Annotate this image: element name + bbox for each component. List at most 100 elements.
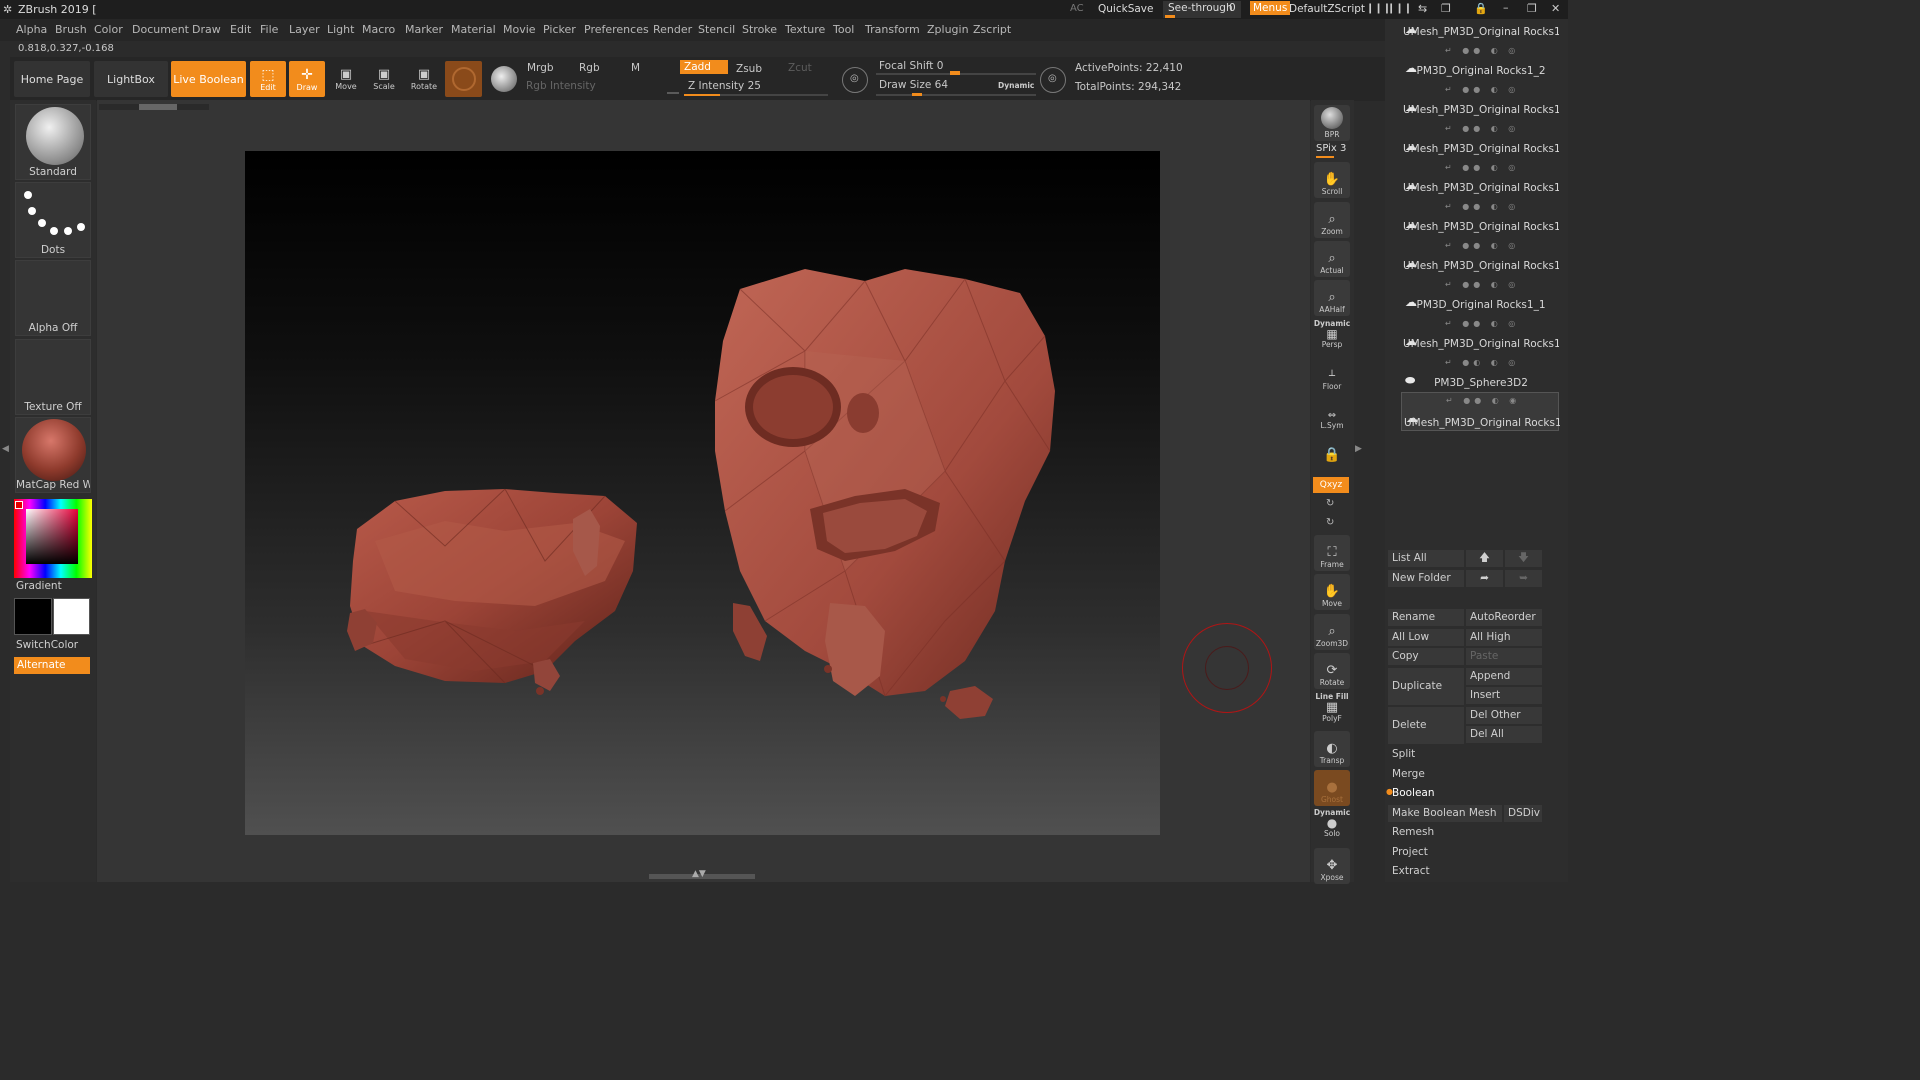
menu-picker[interactable]: Picker	[543, 23, 576, 36]
transp-button[interactable]: ◐ Transp	[1314, 731, 1350, 767]
color-picker[interactable]	[14, 499, 92, 578]
lock-icon[interactable]: 🔒	[1474, 2, 1488, 15]
rotate-y-icon[interactable]: ↻	[1326, 498, 1334, 509]
live-boolean-button[interactable]: Live Boolean	[171, 61, 246, 97]
zsub-button[interactable]: Zsub	[736, 63, 762, 75]
list-all-button[interactable]: List All	[1388, 550, 1464, 567]
split-section[interactable]: Split	[1392, 748, 1415, 760]
close-icon[interactable]: ✕	[1551, 2, 1560, 15]
menu-layer[interactable]: Layer	[289, 23, 320, 36]
secondary-color-white[interactable]	[53, 598, 90, 635]
draw-button[interactable]: ✛ Draw	[289, 61, 325, 97]
home-page-button[interactable]: Home Page	[14, 61, 90, 97]
append-button[interactable]: Append	[1466, 668, 1542, 685]
menu-preferences[interactable]: Preferences	[584, 23, 649, 36]
right-collapse-arrow-icon[interactable]: ▶	[1355, 444, 1362, 460]
make-boolean-mesh-button[interactable]: Make Boolean Mesh	[1388, 805, 1502, 822]
left-collapse-arrow-icon[interactable]: ◀	[2, 444, 9, 460]
xyz-button[interactable]: Qxyz	[1313, 477, 1349, 493]
material-swatch-button[interactable]	[445, 61, 482, 97]
subtool-item-8[interactable]: ↵ ●● ◐ ◎ ☁ PM3D_Original Rocks1_1	[1401, 277, 1559, 316]
lock-transform-icon[interactable]: 🔒	[1314, 441, 1350, 469]
focal-shift-label[interactable]: Focal Shift 0	[879, 60, 943, 72]
paste-button[interactable]: Paste	[1466, 648, 1542, 665]
polyf-button[interactable]: Line Fill ▦ PolyF	[1314, 692, 1350, 726]
floor-button[interactable]: ┴ Floor	[1314, 363, 1350, 391]
edit-button[interactable]: ⬚ Edit	[250, 61, 286, 97]
solo-button[interactable]: Dynamic ● Solo	[1314, 808, 1350, 842]
dsdiv-button[interactable]: DSDiv	[1504, 805, 1542, 822]
folder-back-icon[interactable]: ➥	[1505, 570, 1542, 587]
copy-button[interactable]: Copy	[1388, 648, 1464, 665]
swap-icon[interactable]: ⇆	[1418, 2, 1427, 15]
brush-thumbnail[interactable]: Standard	[15, 104, 91, 180]
mrgb-button[interactable]: Mrgb	[527, 62, 554, 74]
actual-button[interactable]: ⌕ Actual	[1314, 241, 1350, 277]
remesh-section[interactable]: Remesh	[1392, 826, 1434, 838]
dynamic-draw-size-toggle[interactable]: Dynamic	[998, 81, 1034, 90]
draw-size-label[interactable]: Draw Size 64	[879, 79, 948, 91]
focal-shift-icon[interactable]: ◎	[842, 67, 868, 93]
menu-edit[interactable]: Edit	[230, 23, 251, 36]
xpose-button[interactable]: ✥ Xpose	[1314, 848, 1350, 884]
del-other-button[interactable]: Del Other	[1466, 707, 1542, 724]
menu-tool[interactable]: Tool	[833, 23, 854, 36]
minimize-icon[interactable]: –	[1503, 1, 1509, 14]
insert-button[interactable]: Insert	[1466, 687, 1542, 704]
ghost-button[interactable]: ● Ghost	[1314, 770, 1350, 806]
spix-slider[interactable]: SPix 3	[1314, 143, 1350, 159]
lightbox-button[interactable]: LightBox	[94, 61, 168, 97]
quicksave-button[interactable]: QuickSave	[1098, 3, 1153, 15]
folder-forward-icon[interactable]: ➦	[1466, 570, 1503, 587]
scale-button[interactable]: ▣ Scale	[366, 61, 402, 97]
menu-brush[interactable]: Brush	[55, 23, 87, 36]
subtool-item-6[interactable]: ↵ ●● ◐ ◎ ☁ UMesh_PM3D_Original Rocks1	[1401, 199, 1559, 238]
restore-icon[interactable]: ❐	[1527, 2, 1537, 15]
menu-material[interactable]: Material	[451, 23, 496, 36]
subtool-item-7[interactable]: ↵ ●● ◐ ◎ ☁ UMesh_PM3D_Original Rocks1	[1401, 238, 1559, 277]
project-section[interactable]: Project	[1392, 846, 1428, 858]
persp-button[interactable]: Dynamic ▦ Persp	[1314, 319, 1350, 351]
subtool-item-9[interactable]: ↵ ●● ◐ ◎ ☁ UMesh_PM3D_Original Rocks1	[1401, 316, 1559, 355]
see-through-slider[interactable]: See-through 0	[1163, 1, 1241, 18]
lsym-button[interactable]: ⇔ L.Sym	[1314, 402, 1350, 430]
subtool-item-3[interactable]: ↵ ●● ◐ ◎ ☁ UMesh_PM3D_Original Rocks1	[1401, 82, 1559, 121]
menu-transform[interactable]: Transform	[865, 23, 920, 36]
spotlight-button[interactable]	[486, 61, 522, 97]
aahalf-button[interactable]: ⌕ AAHalf	[1314, 280, 1350, 316]
rgb-intensity-slider[interactable]: Rgb Intensity	[522, 80, 680, 94]
rotate-view-button[interactable]: ⟳ Rotate	[1314, 653, 1350, 689]
subtool-item-2[interactable]: ↵ ●● ◐ ◎ ☁ PM3D_Original Rocks1_2	[1401, 43, 1559, 82]
menu-zplugin[interactable]: Zplugin	[927, 23, 969, 36]
menu-stroke[interactable]: Stroke	[742, 23, 777, 36]
menu-file[interactable]: File	[260, 23, 278, 36]
window-icon[interactable]: ❐	[1441, 2, 1451, 15]
menu-color[interactable]: Color	[94, 23, 123, 36]
bpr-button[interactable]: BPR	[1314, 105, 1350, 141]
scroll-button[interactable]: ✋ Scroll	[1314, 162, 1350, 198]
menu-render[interactable]: Render	[653, 23, 692, 36]
rgb-button[interactable]: Rgb	[579, 62, 600, 74]
menu-light[interactable]: Light	[327, 23, 354, 36]
subtool-item-4[interactable]: ↵ ●● ◐ ◎ ☁ UMesh_PM3D_Original Rocks1	[1401, 121, 1559, 160]
menu-document[interactable]: Document	[132, 23, 189, 36]
menu-macro[interactable]: Macro	[362, 23, 395, 36]
rotate-z-icon[interactable]: ↻	[1326, 517, 1334, 528]
stroke-thumbnail[interactable]: Dots	[15, 182, 91, 258]
frame-button[interactable]: ⛶ Frame	[1314, 535, 1350, 571]
zoom3d-button[interactable]: ⌕ Zoom3D	[1314, 614, 1350, 650]
merge-section[interactable]: Merge	[1392, 768, 1425, 780]
zoom-button[interactable]: ⌕ Zoom	[1314, 202, 1350, 238]
subtool-item-10[interactable]: ↵ ●◐ ◐ ◎ ⬬ PM3D_Sphere3D2	[1401, 355, 1559, 394]
texture-thumbnail[interactable]: Texture Off	[15, 339, 91, 415]
m-button[interactable]: M	[631, 62, 640, 74]
lazy-mouse-icon[interactable]: ◎	[1040, 67, 1066, 93]
zcut-button[interactable]: Zcut	[788, 62, 812, 74]
menu-stencil[interactable]: Stencil	[698, 23, 735, 36]
delete-button[interactable]: Delete	[1388, 707, 1464, 744]
rotate-button[interactable]: ▣ Rotate	[406, 61, 442, 97]
material-thumbnail[interactable]: MatCap Red Wax	[15, 417, 91, 493]
alpha-thumbnail[interactable]: Alpha Off	[15, 260, 91, 336]
move-view-button[interactable]: ✋ Move	[1314, 574, 1350, 610]
duplicate-button[interactable]: Duplicate	[1388, 668, 1464, 705]
